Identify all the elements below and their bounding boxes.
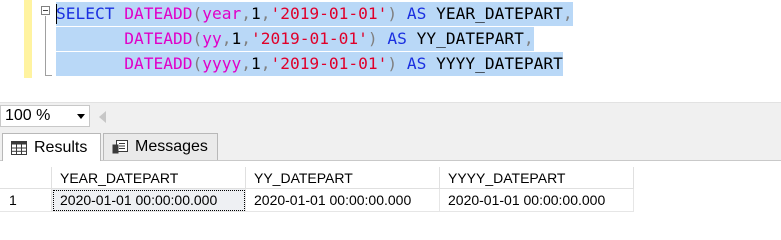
code-token: , xyxy=(260,4,271,23)
table-cell[interactable]: 2020-01-01 00:00:00.000 xyxy=(52,189,246,212)
code-token: yy xyxy=(202,29,222,48)
code-token: '2019-01-01' xyxy=(270,54,388,73)
code-line-3[interactable]: DATEADD(yyyy,1,'2019-01-01') AS YYYY_DAT… xyxy=(56,52,563,76)
zoom-select[interactable]: 100 % xyxy=(0,105,90,127)
code-token: ( xyxy=(192,4,203,23)
column-header[interactable]: YEAR_DATEPART xyxy=(52,167,246,189)
code-token: , xyxy=(562,4,573,23)
scroll-left-arrow-icon[interactable] xyxy=(99,111,106,123)
code-token: AS xyxy=(387,29,407,48)
code-token: year xyxy=(202,4,242,23)
tab-results[interactable]: Results xyxy=(2,133,101,161)
tab-messages-label: Messages xyxy=(135,138,208,155)
text-caret xyxy=(56,4,57,24)
code-token: ) xyxy=(387,4,398,23)
code-token: YYYY_DATEPART xyxy=(426,54,563,73)
code-token: AS xyxy=(406,54,427,73)
column-header[interactable]: YYYY_DATEPART xyxy=(440,167,634,189)
table-cell[interactable]: 2020-01-01 00:00:00.000 xyxy=(440,189,634,212)
results-grid[interactable]: YEAR_DATEPART YY_DATEPART YYYY_DATEPART … xyxy=(0,161,781,240)
code-token: 1 xyxy=(250,54,261,73)
messages-icon xyxy=(112,140,128,154)
zoom-bar: 100 % xyxy=(0,102,781,131)
code-token: DATEADD xyxy=(124,29,193,48)
column-header[interactable]: YY_DATEPART xyxy=(246,167,440,189)
code-token: yyyy xyxy=(202,54,242,73)
grid-icon xyxy=(11,140,27,155)
row-number[interactable]: 1 xyxy=(0,189,52,212)
code-token: '2019-01-01' xyxy=(250,29,368,48)
code-token: AS xyxy=(406,4,427,23)
results-tabstrip: Results Messages xyxy=(0,130,781,161)
grid-corner[interactable] xyxy=(0,167,52,189)
query-editor[interactable]: SELECT DATEADD(year,1,'2019-01-01') AS Y… xyxy=(0,0,781,100)
code-token: ) xyxy=(387,54,398,73)
code-token: YEAR_DATEPART xyxy=(426,4,563,23)
tab-messages[interactable]: Messages xyxy=(103,133,218,160)
code-token: , xyxy=(260,54,271,73)
code-token: , xyxy=(221,29,232,48)
outline-line xyxy=(45,16,46,76)
chevron-down-icon[interactable] xyxy=(77,114,85,119)
code-line-2[interactable]: DATEADD(yy,1,'2019-01-01') AS YY_DATEPAR… xyxy=(56,27,534,51)
code-token: ( xyxy=(192,54,203,73)
code-token: DATEADD xyxy=(124,54,193,73)
zoom-value: 100 % xyxy=(5,107,51,124)
table-cell[interactable]: 2020-01-01 00:00:00.000 xyxy=(246,189,440,212)
code-token: ) xyxy=(367,29,378,48)
code-token: , xyxy=(241,54,251,73)
code-token: ( xyxy=(192,29,203,48)
code-line-1[interactable]: SELECT DATEADD(year,1,'2019-01-01') AS Y… xyxy=(56,2,573,26)
code-token: SELECT xyxy=(56,4,115,23)
code-token: DATEADD xyxy=(124,4,193,23)
outline-line-end xyxy=(45,75,52,76)
change-tracking-margin xyxy=(24,0,32,78)
code-token: 1 xyxy=(250,4,261,23)
code-token: 1 xyxy=(231,29,242,48)
code-token: YY_DATEPART xyxy=(406,29,524,48)
tab-results-label: Results xyxy=(34,138,88,156)
collapse-toggle-icon[interactable] xyxy=(41,6,50,15)
code-token: , xyxy=(241,29,251,48)
code-token: , xyxy=(523,29,534,48)
code-token: '2019-01-01' xyxy=(270,4,388,23)
code-token: , xyxy=(241,4,251,23)
